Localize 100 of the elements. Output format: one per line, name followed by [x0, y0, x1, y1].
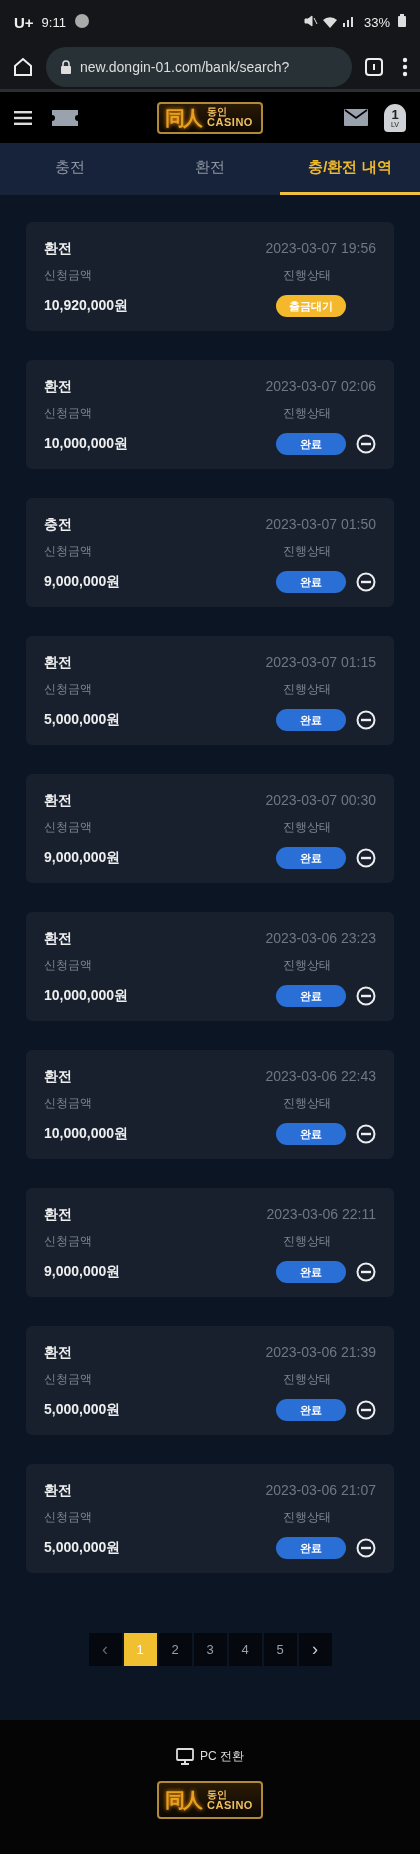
remove-icon[interactable] [356, 434, 376, 455]
amount-value: 10,000,000원 [44, 1125, 130, 1144]
status-badge: 완료 [276, 709, 346, 732]
amount-label: 신청금액 [44, 267, 93, 285]
remove-icon[interactable] [356, 572, 376, 593]
lock-icon [60, 59, 72, 74]
remove-icon[interactable] [356, 1262, 376, 1283]
ticket-icon[interactable] [52, 109, 78, 126]
level-number: 1 [391, 107, 399, 121]
transaction-type: 환전 [44, 1206, 73, 1224]
status-label: 진행상태 [282, 1509, 331, 1527]
transaction-type: 환전 [44, 792, 73, 810]
logo-name: 동인 [207, 1789, 228, 1800]
amount-label: 신청금액 [44, 543, 93, 561]
logo-subtitle: CASINO [207, 1799, 253, 1811]
logo-mark: 同人 [165, 107, 202, 128]
remove-icon[interactable] [356, 986, 376, 1007]
wifi-icon [321, 15, 338, 29]
menu-icon[interactable] [14, 110, 32, 125]
status-badge: 완료 [276, 433, 346, 456]
carrier-label: U+ [14, 13, 34, 31]
logo-mark: 同人 [165, 1790, 202, 1810]
battery-label: 33% [363, 14, 390, 30]
status-badge: 완료 [276, 571, 346, 594]
amount-value: 10,000,000원 [44, 435, 130, 454]
address-bar[interactable]: new.dongin-01.com/bank/search? [46, 46, 352, 87]
amount-label: 신청금액 [44, 681, 93, 699]
monitor-icon [176, 1748, 194, 1765]
transaction-date: 2023-03-07 01:50 [265, 516, 376, 534]
transaction-date: 2023-03-06 22:11 [266, 1206, 376, 1224]
amount-value: 9,000,000원 [44, 849, 122, 868]
url-text: new.dongin-01.com/bank/search? [80, 58, 290, 75]
page-button[interactable]: 2 [158, 1633, 192, 1666]
status-badge: 완료 [276, 847, 346, 870]
amount-label: 신청금액 [44, 1233, 93, 1251]
transaction-type: 환전 [44, 240, 73, 258]
home-icon[interactable] [12, 55, 34, 78]
status-label: 진행상태 [282, 681, 331, 699]
transaction-date: 2023-03-07 19:56 [265, 240, 376, 258]
transaction-type: 환전 [44, 378, 73, 396]
amount-value: 5,000,000원 [44, 711, 122, 730]
status-badge: 완료 [276, 1261, 346, 1284]
amount-value: 9,000,000원 [44, 1263, 122, 1282]
page-button[interactable]: 5 [263, 1633, 297, 1666]
transaction-date: 2023-03-07 02:06 [265, 378, 376, 396]
tab[interactable]: 환전 [140, 143, 280, 195]
amount-label: 신청금액 [44, 819, 93, 837]
status-label: 진행상태 [282, 1095, 331, 1113]
transaction-date: 2023-03-06 23:23 [265, 930, 376, 948]
status-label: 진행상태 [282, 819, 331, 837]
amount-value: 5,000,000원 [44, 1539, 122, 1558]
time-label: 9:11 [41, 14, 66, 30]
signal-icon [341, 15, 356, 27]
remove-icon[interactable] [356, 1538, 376, 1559]
remove-icon[interactable] [356, 710, 376, 731]
battery-icon [398, 14, 406, 27]
tab[interactable]: 충/환전 내역 [280, 143, 420, 195]
amount-label: 신청금액 [44, 957, 93, 975]
transaction-type: 환전 [44, 930, 73, 948]
transaction-date: 2023-03-06 21:39 [265, 1344, 376, 1362]
remove-icon[interactable] [356, 1400, 376, 1421]
status-badge: 완료 [276, 1399, 346, 1422]
status-label: 진행상태 [282, 405, 331, 423]
status-badge: 완료 [276, 1123, 346, 1146]
amount-value: 10,920,000원 [44, 297, 130, 316]
status-label: 진행상태 [282, 267, 331, 285]
transaction-type: 환전 [44, 1068, 73, 1086]
tab[interactable]: 충전 [0, 143, 140, 195]
remove-icon[interactable] [356, 848, 376, 869]
mail-icon[interactable] [344, 109, 368, 126]
amount-label: 신청금액 [44, 1371, 93, 1389]
status-badge: 출금대기 [276, 295, 346, 318]
tabs-icon[interactable] [364, 56, 384, 77]
amount-value: 10,000,000원 [44, 987, 130, 1006]
transaction-type: 충전 [44, 516, 73, 534]
transaction-date: 2023-03-06 21:07 [265, 1482, 376, 1500]
page-button[interactable]: 4 [228, 1633, 262, 1666]
amount-label: 신청금액 [44, 1509, 93, 1527]
next-page-button[interactable]: › [298, 1633, 332, 1666]
amount-label: 신청금액 [44, 405, 93, 423]
logo-name: 동인 [207, 107, 229, 117]
transaction-date: 2023-03-07 01:15 [265, 654, 376, 672]
page-button[interactable]: 3 [193, 1633, 227, 1666]
previous-page-button[interactable]: ‹ [88, 1633, 122, 1666]
pc-switch-link[interactable]: PC 전환 [176, 1748, 244, 1765]
transaction-type: 환전 [44, 1482, 73, 1500]
transaction-date: 2023-03-07 00:30 [265, 792, 376, 810]
remove-icon[interactable] [356, 1124, 376, 1145]
transaction-type: 환전 [44, 654, 73, 672]
more-icon[interactable] [402, 56, 408, 77]
status-label: 진행상태 [282, 1371, 331, 1389]
status-label: 진행상태 [282, 957, 331, 975]
logo-subtitle: CASINO [207, 117, 253, 128]
transaction-type: 환전 [44, 1344, 73, 1362]
transaction-date: 2023-03-06 22:43 [265, 1068, 376, 1086]
amount-value: 9,000,000원 [44, 573, 122, 592]
amount-label: 신청금액 [44, 1095, 93, 1113]
status-label: 진행상태 [282, 543, 331, 561]
mute-icon [303, 15, 318, 27]
status-label: 진행상태 [283, 1233, 332, 1251]
